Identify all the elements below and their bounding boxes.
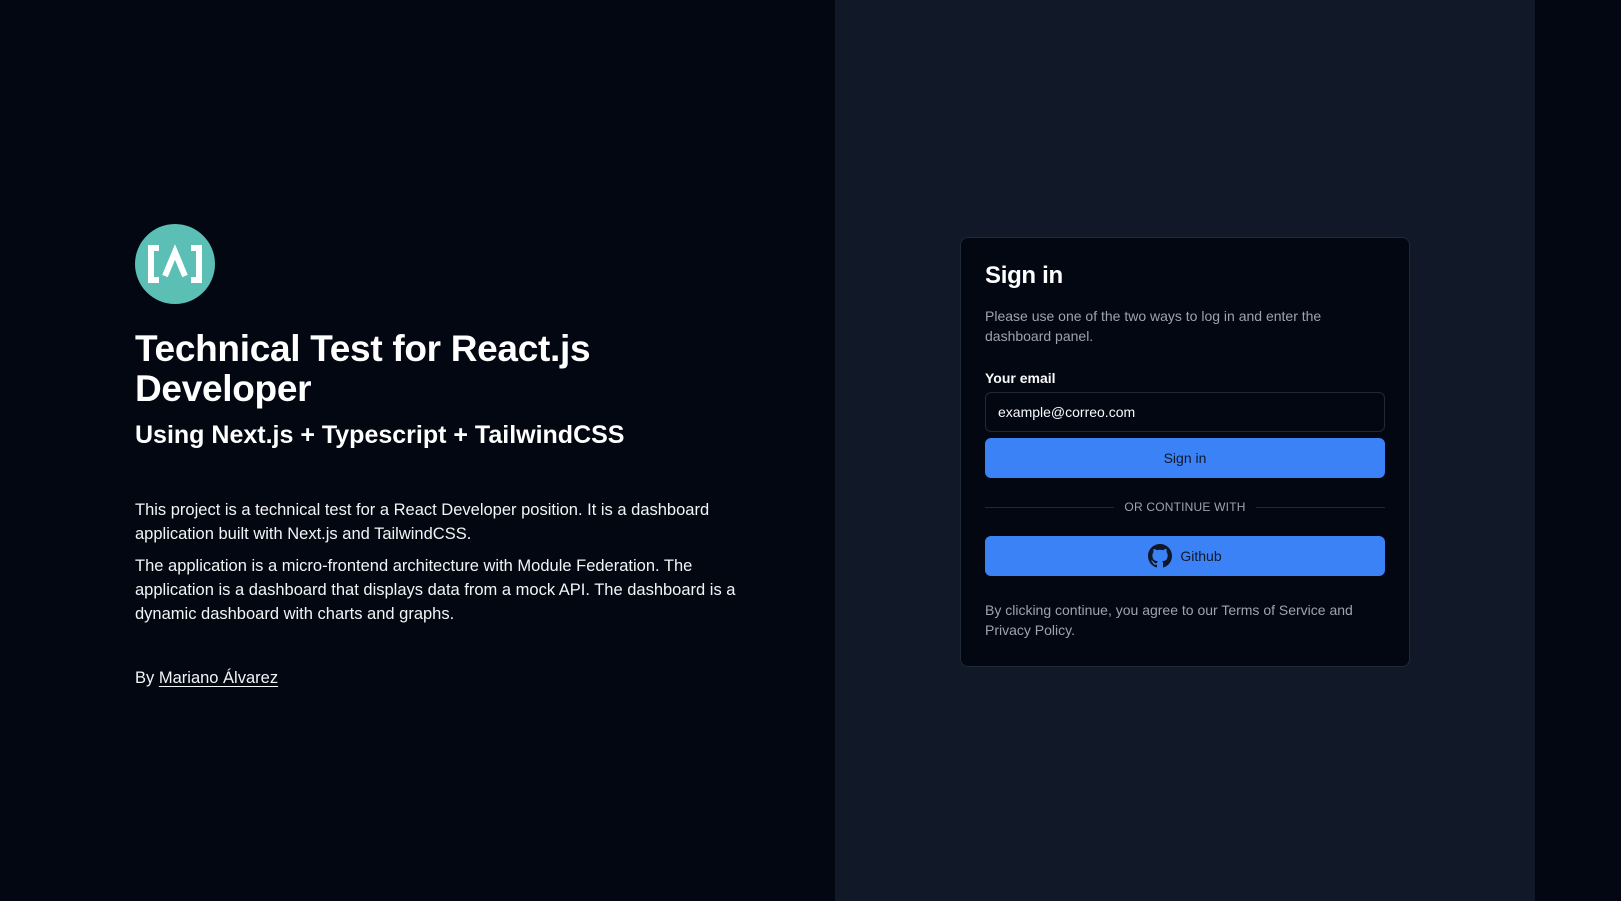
byline-label: By (135, 669, 155, 687)
divider: OR CONTINUE WITH (985, 500, 1386, 514)
signin-card: Sign in Please use one of the two ways t… (960, 237, 1410, 667)
github-button-label: Github (1180, 548, 1222, 564)
intro-content: Technical Test for React.js Developer Us… (135, 224, 765, 690)
github-button[interactable]: Github (985, 536, 1385, 576)
divider-line-right (1255, 506, 1386, 508)
description-paragraph-1: This project is a technical test for a R… (135, 501, 710, 543)
description-paragraph-2: The application is a micro-frontend arch… (135, 557, 736, 623)
page: Technical Test for React.js Developer Us… (0, 0, 1621, 901)
email-field[interactable] (985, 392, 1385, 432)
signin-panel: Sign in Please use one of the two ways t… (835, 0, 1535, 901)
intro-panel: Technical Test for React.js Developer Us… (0, 0, 835, 901)
page-title: Technical Test for React.js Developer (135, 328, 591, 409)
logo-glyph (148, 244, 202, 283)
code-brackets-logo-icon (135, 224, 215, 304)
signin-hint: Please use one of the two ways to log in… (985, 308, 1322, 344)
signin-button-label: Sign in (1163, 450, 1207, 466)
signin-title: Sign in (985, 262, 1063, 289)
description: This project is a technical test for a R… (135, 498, 765, 626)
divider-text: OR CONTINUE WITH (1124, 500, 1246, 514)
right-gutter (1535, 0, 1621, 901)
signin-button[interactable]: Sign in (985, 438, 1385, 478)
divider-line-left (985, 506, 1115, 508)
github-icon (1148, 544, 1173, 568)
author-link[interactable]: Mariano Álvarez (159, 669, 278, 687)
terms-text: By clicking continue, you agree to our T… (985, 602, 1353, 638)
byline: By Mariano Álvarez (135, 666, 765, 690)
email-label: Your email (985, 370, 1056, 386)
page-subtitle: Using Next.js + Typescript + TailwindCSS (135, 421, 625, 449)
